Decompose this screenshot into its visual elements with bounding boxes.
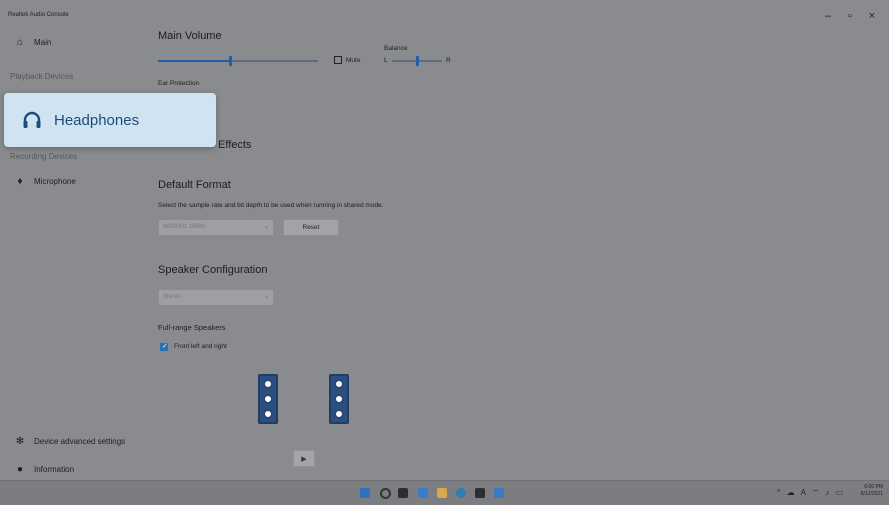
app-title: Realtek Audio Console <box>8 12 69 18</box>
default-format-description: Select the sample rate and bit depth to … <box>158 202 384 209</box>
effects-title: Effects <box>218 139 252 151</box>
chevron-up-icon: ^ <box>776 488 781 497</box>
audio-console-icon[interactable] <box>494 488 504 498</box>
widgets-icon[interactable] <box>418 488 428 498</box>
cloud-icon: ☁ <box>786 488 795 497</box>
sidebar-item-microphone[interactable]: ♦ Microphone <box>14 176 76 187</box>
app-window: Realtek Audio Console – ▫ × ⌂ Main Playb… <box>0 0 889 480</box>
balance-thumb[interactable] <box>416 56 419 66</box>
default-format-title: Default Format <box>158 179 231 191</box>
clock[interactable]: 6:00 PM 8/12/2021 <box>861 484 883 498</box>
clock-time: 6:00 PM <box>864 484 883 490</box>
full-range-speakers-title: Full-range Speakers <box>158 323 226 332</box>
main-volume-title: Main Volume <box>158 30 222 42</box>
speaker-driver-icon <box>263 379 273 389</box>
close-button[interactable]: × <box>862 10 882 22</box>
ear-protection-label: Ear Protection <box>158 80 200 87</box>
recording-devices-header: Recording Devices <box>10 152 77 161</box>
chevron-down-icon: ⌄ <box>263 294 269 300</box>
task-view-icon[interactable] <box>398 488 408 498</box>
dropdown-value: 48000Hz 16Bits <box>163 224 206 230</box>
headphones-icon <box>23 111 41 128</box>
sidebar-item-information[interactable]: ● Information <box>14 464 74 475</box>
taskbar: ^ ☁ A ⌔ ♪ ▭ 6:00 PM 8/12/2021 <box>0 480 889 505</box>
balance-left-label: L <box>384 57 388 64</box>
sidebar-item-device-advanced[interactable]: ✻ Device advanced settings <box>14 436 125 447</box>
front-left-right-checkbox[interactable]: ✓ <box>160 343 168 351</box>
speaker-driver-icon <box>263 394 273 404</box>
home-icon: ⌂ <box>16 37 24 48</box>
microphone-icon: ♦ <box>17 176 23 187</box>
reset-button[interactable]: Reset <box>283 219 339 236</box>
sidebar-item-label: Device advanced settings <box>34 437 126 446</box>
checkmark-icon: ✓ <box>162 343 168 350</box>
balance-right-label: R <box>446 57 451 64</box>
left-speaker-icon[interactable] <box>258 374 278 424</box>
system-tray[interactable]: ^ ☁ A ⌔ ♪ ▭ <box>777 488 843 498</box>
clock-date: 8/12/2021 <box>860 491 883 497</box>
file-explorer-icon[interactable] <box>437 488 447 498</box>
playback-devices-header: Playback Devices <box>10 72 73 81</box>
section-label: Playback Devices <box>10 72 74 81</box>
speaker-driver-icon <box>263 409 273 419</box>
sidebar-item-label: Information <box>34 465 75 474</box>
main-volume-thumb[interactable] <box>229 56 232 66</box>
speaker-driver-icon <box>334 394 344 404</box>
speaker-configuration-title: Speaker Configuration <box>158 264 268 276</box>
battery-icon: ▭ <box>835 488 843 497</box>
chevron-down-icon: ⌄ <box>263 224 269 230</box>
mute-checkbox[interactable] <box>334 56 342 64</box>
info-icon: ● <box>16 464 24 475</box>
sidebar-item-label: Main <box>34 38 52 47</box>
sidebar-item-label: Microphone <box>34 177 76 186</box>
default-format-dropdown[interactable]: 48000Hz 16Bits ⌄ <box>158 219 274 236</box>
sidebar-item-headphones[interactable]: Headphones <box>4 93 216 147</box>
volume-icon: ♪ <box>825 488 830 497</box>
dropdown-value: Stereo <box>163 294 181 300</box>
main-content: Main Volume Mute Balance L R Ear Protect… <box>158 0 858 480</box>
section-label: Recording Devices <box>10 152 78 161</box>
main-volume-fill <box>158 60 230 62</box>
wifi-icon: ⌔ <box>811 488 820 497</box>
right-speaker-icon[interactable] <box>329 374 349 424</box>
mute-label: Mute <box>346 57 361 64</box>
speaker-driver-icon <box>334 379 344 389</box>
start-icon[interactable] <box>360 488 370 498</box>
play-icon: ▶ <box>301 455 307 463</box>
gear-icon: ✻ <box>15 436 25 447</box>
balance-label: Balance <box>384 45 408 52</box>
search-icon[interactable] <box>380 488 391 499</box>
font-icon: A <box>800 488 806 497</box>
play-test-button[interactable]: ▶ <box>293 450 315 467</box>
sidebar-item-label: Headphones <box>54 111 140 129</box>
edge-icon[interactable] <box>456 488 466 498</box>
speaker-configuration-dropdown[interactable]: Stereo ⌄ <box>158 289 274 306</box>
store-icon[interactable] <box>475 488 485 498</box>
front-left-right-label: Front left and right <box>174 343 227 350</box>
speaker-driver-icon <box>334 409 344 419</box>
sidebar-item-main[interactable]: ⌂ Main <box>14 37 51 48</box>
